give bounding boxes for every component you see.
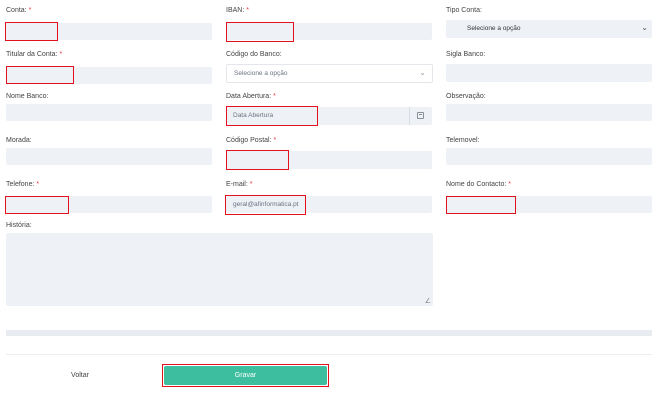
codigo-banco-label: Código do Banco:: [226, 51, 282, 58]
telemovel-label: Telemovel:: [446, 137, 480, 144]
chevron-down-icon: ⌄: [419, 68, 426, 77]
iban-label: IBAN: *: [226, 7, 249, 14]
data-abertura-label: Data Abertura: *: [226, 93, 276, 100]
codigo-banco-select[interactable]: Selecione a opção ⌄: [226, 64, 433, 83]
historia-label: História:: [6, 222, 32, 229]
historia-textarea[interactable]: ∠: [6, 233, 433, 306]
codigo-postal-label: Código Postal: *: [226, 137, 277, 144]
chevron-down-icon: ⌄: [641, 23, 648, 32]
tipo-conta-label: Tipo Conta:: [446, 7, 482, 14]
morada-label: Morada:: [6, 137, 32, 144]
observacao-input[interactable]: [446, 104, 652, 121]
conta-label: Conta: *: [6, 7, 32, 14]
nome-contacto-highlight: [446, 196, 516, 214]
sigla-banco-label: Sigla Banco:: [446, 51, 486, 58]
nome-banco-input[interactable]: [6, 104, 212, 121]
nome-contacto-label: Nome do Contacto: *: [446, 181, 511, 188]
calendar-icon[interactable]: [417, 112, 424, 119]
footer-divider: [6, 354, 652, 355]
resize-handle-icon[interactable]: ∠: [425, 298, 431, 305]
sigla-banco-input[interactable]: [446, 64, 652, 82]
morada-input[interactable]: [6, 148, 212, 165]
gravar-highlight: [162, 364, 329, 387]
codigo-banco-value: Selecione a opção: [234, 70, 288, 77]
telemovel-input[interactable]: [446, 148, 652, 165]
nome-banco-label: Nome Banco:: [6, 93, 49, 100]
titular-label: Titular da Conta: *: [6, 51, 63, 58]
conta-highlight: [5, 22, 58, 41]
data-abertura-highlight: [226, 106, 318, 126]
email-highlight: [225, 195, 306, 215]
tipo-conta-value: Selecione a opção: [467, 25, 521, 32]
telefone-highlight: [5, 196, 69, 214]
voltar-button[interactable]: Voltar: [0, 364, 160, 386]
voltar-label: Voltar: [71, 371, 89, 379]
divider: [409, 107, 410, 125]
telefone-label: Telefone: *: [6, 181, 40, 188]
email-label: E-mail: *: [226, 181, 253, 188]
tipo-conta-select[interactable]: Selecione a opção ⌄: [446, 20, 652, 38]
observacao-label: Observação:: [446, 93, 486, 100]
codigo-postal-highlight: [226, 150, 289, 170]
titular-highlight: [6, 66, 74, 84]
footer-bar: [6, 330, 652, 336]
iban-highlight: [226, 22, 294, 42]
